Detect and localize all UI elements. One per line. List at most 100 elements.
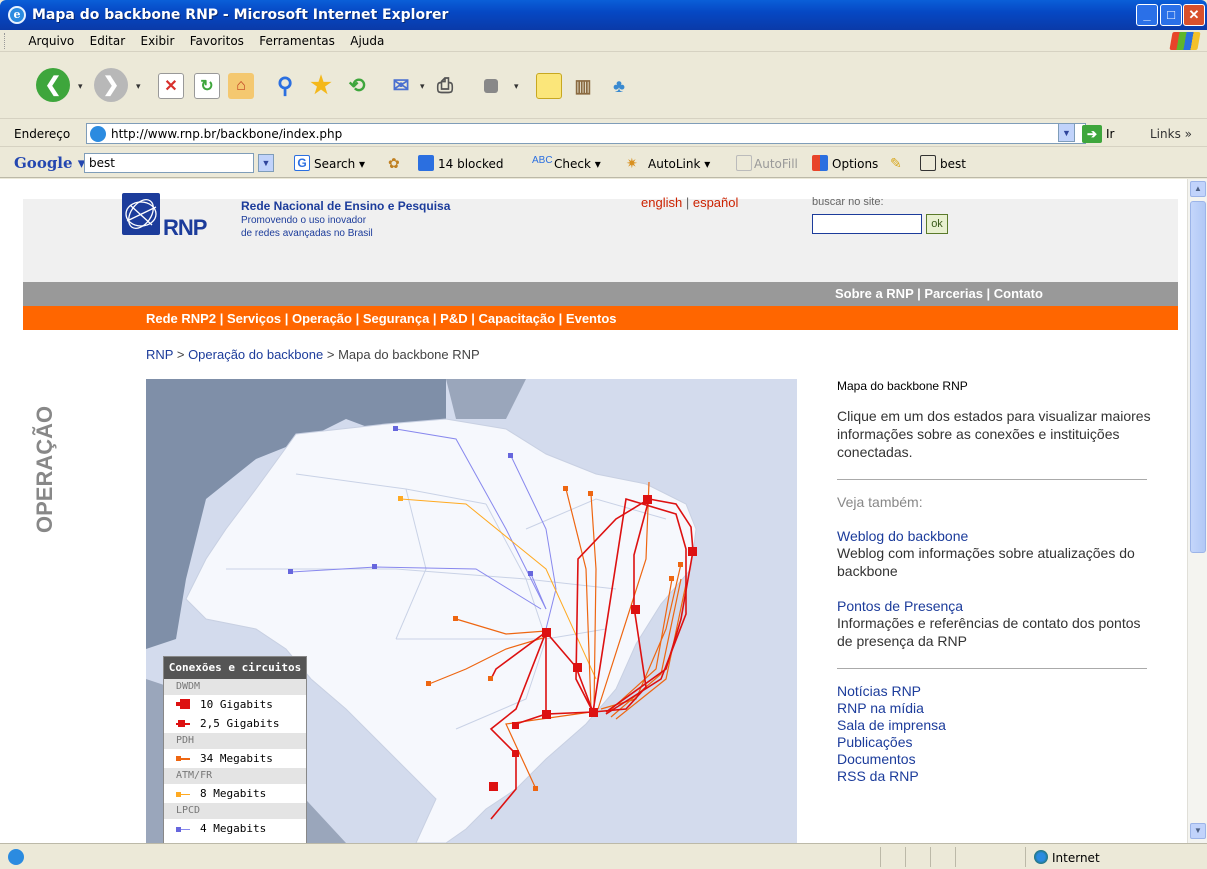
legend-cat-dwdm: DWDM xyxy=(164,679,306,695)
scroll-thumb[interactable] xyxy=(1190,201,1206,553)
window-title: Mapa do backbone RNP - Microsoft Interne… xyxy=(32,7,449,23)
legend-label-25g: 2,5 Gigabits xyxy=(200,717,280,730)
legend-box-25g xyxy=(178,720,185,727)
breadcrumb-root-link[interactable]: RNP xyxy=(146,347,173,362)
menu-exibir[interactable]: Exibir xyxy=(135,30,181,48)
forward-dropdown-icon[interactable]: ▾ xyxy=(136,81,141,92)
breadcrumb-current: Mapa do backbone RNP xyxy=(338,347,480,362)
sidebar-divider-1 xyxy=(837,479,1147,480)
top-nav-links[interactable]: Sobre a RNP | Parcerias | Contato xyxy=(835,286,1043,301)
sala-imprensa-link[interactable]: Sala de imprensa xyxy=(837,717,1157,734)
menu-favoritos[interactable]: Favoritos xyxy=(184,30,250,48)
legend-cat-atm: ATM/FR xyxy=(164,768,306,784)
legend-box-4m xyxy=(176,827,181,832)
rss-link[interactable]: RSS da RNP xyxy=(837,768,1157,785)
check-button[interactable]: Check ▾ xyxy=(554,157,601,171)
check-label: Check xyxy=(554,157,591,171)
refresh-icon[interactable]: ↻ xyxy=(194,73,220,99)
go-button[interactable]: Ir xyxy=(1106,127,1114,141)
page-icon xyxy=(90,126,106,142)
highlighter-icon[interactable]: ✎ xyxy=(890,155,906,171)
main-nav-links[interactable]: Rede RNP2 | Serviços | Operação | Segura… xyxy=(146,311,617,326)
print-icon[interactable]: ⎙ xyxy=(432,73,458,99)
google-search-icon[interactable]: G xyxy=(294,155,310,171)
see-also-heading: Veja também: xyxy=(837,494,923,510)
lang-separator: | xyxy=(685,195,690,210)
breadcrumb-sep-2: > xyxy=(326,347,335,362)
google-search-input[interactable]: best xyxy=(84,153,254,173)
scroll-up-icon[interactable]: ▲ xyxy=(1190,181,1206,197)
google-dropdown-icon[interactable]: ▼ xyxy=(258,154,274,172)
status-divider xyxy=(930,847,931,867)
site-search-button[interactable]: ok xyxy=(926,214,948,234)
weblog-link[interactable]: Weblog do backbone xyxy=(837,528,1157,544)
google-logo-text: Google xyxy=(14,154,73,172)
vertical-scrollbar[interactable]: ▲ ▼ xyxy=(1187,179,1207,843)
breadcrumb-parent-link[interactable]: Operação do backbone xyxy=(188,347,323,362)
maximize-button[interactable]: □ xyxy=(1160,4,1182,26)
search-icon[interactable]: ⚲ xyxy=(272,73,298,99)
edit-dropdown-icon[interactable]: ▾ xyxy=(514,81,519,92)
pagerank-icon[interactable]: ✿ xyxy=(388,155,404,171)
map-legend: Conexões e circuitos DWDM 10 Gigabits 2,… xyxy=(163,656,307,843)
page-viewport: RNP Rede Nacional de Ensino e Pesquisa P… xyxy=(0,179,1187,843)
autofill-button[interactable]: AutoFill xyxy=(754,157,798,171)
favorites-icon[interactable]: ★ xyxy=(308,73,334,99)
toolbar-grip xyxy=(4,33,17,49)
address-input[interactable]: http://www.rnp.br/backbone/index.php xyxy=(86,123,1086,144)
window-titlebar[interactable]: e Mapa do backbone RNP - Microsoft Inter… xyxy=(0,0,1207,30)
section-heading-text: OPERAÇÃO xyxy=(32,406,57,533)
ie-icon: e xyxy=(8,6,26,24)
popup-blocker-icon xyxy=(418,155,434,171)
address-dropdown-icon[interactable]: ▼ xyxy=(1058,123,1075,142)
edit-icon[interactable] xyxy=(484,79,498,93)
rnp-midia-link[interactable]: RNP na mídia xyxy=(837,700,1157,717)
stop-icon[interactable]: ✕ xyxy=(158,73,184,99)
menu-arquivo[interactable]: Arquivo xyxy=(22,30,80,48)
close-button[interactable]: ✕ xyxy=(1183,4,1205,26)
security-zone: Internet xyxy=(1052,851,1100,865)
mail-icon[interactable]: ✉ xyxy=(388,73,414,99)
windows-logo-icon xyxy=(1169,32,1201,50)
minimize-button[interactable]: _ xyxy=(1136,4,1158,26)
mail-dropdown-icon[interactable]: ▾ xyxy=(420,81,425,92)
go-arrow-icon[interactable]: ➔ xyxy=(1082,125,1102,143)
links-button[interactable]: Links » xyxy=(1150,127,1192,141)
google-search-button[interactable]: Search ▾ xyxy=(314,157,365,171)
tagline: Promovendo o uso inovador de redes avanç… xyxy=(241,214,373,240)
menu-ferramentas[interactable]: Ferramentas xyxy=(253,30,341,48)
menu-ajuda[interactable]: Ajuda xyxy=(344,30,390,48)
messenger-icon[interactable]: ♣ xyxy=(606,73,632,99)
lang-espanol-link[interactable]: español xyxy=(693,195,739,210)
noticias-link[interactable]: Notícias RNP xyxy=(837,683,1157,700)
menu-editar[interactable]: Editar xyxy=(84,30,132,48)
home-icon[interactable]: ⌂ xyxy=(228,73,254,99)
options-button[interactable]: Options xyxy=(832,157,878,171)
history-icon[interactable]: ⟲ xyxy=(344,73,370,99)
forward-icon[interactable]: ❯ xyxy=(94,68,128,102)
popup-blocked-count[interactable]: 14 blocked xyxy=(438,157,504,171)
google-toolbar: Google ▾ best ▼ G Search ▾ ✿ 14 blocked … xyxy=(0,148,1207,178)
documentos-link[interactable]: Documentos xyxy=(837,751,1157,768)
pontos-presenca-link[interactable]: Pontos de Presença xyxy=(837,598,1157,614)
back-dropdown-icon[interactable]: ▾ xyxy=(78,81,83,92)
autofill-icon xyxy=(736,155,752,171)
sidebar-link-list: Notícias RNP RNP na mídia Sala de impren… xyxy=(837,683,1157,785)
legend-cat-lpcd: LPCD xyxy=(164,803,306,819)
site-search-input[interactable] xyxy=(812,214,922,234)
scroll-down-icon[interactable]: ▼ xyxy=(1190,823,1206,839)
research-icon[interactable]: ▥ xyxy=(570,73,596,99)
address-url[interactable]: http://www.rnp.br/backbone/index.php xyxy=(111,127,342,141)
publicacoes-link[interactable]: Publicações xyxy=(837,734,1157,751)
autolink-button[interactable]: AutoLink ▾ xyxy=(648,157,710,171)
find-best-button[interactable]: best xyxy=(940,157,966,171)
rnp-logo-text[interactable]: RNP xyxy=(163,215,207,241)
rnp-logo-icon[interactable] xyxy=(122,193,160,235)
lang-english-link[interactable]: english xyxy=(641,195,682,210)
back-icon[interactable]: ❮ xyxy=(36,68,70,102)
google-logo[interactable]: Google ▾ xyxy=(14,154,85,172)
address-bar: Endereço http://www.rnp.br/backbone/inde… xyxy=(0,120,1207,147)
discuss-icon[interactable] xyxy=(536,73,562,99)
legend-title: Conexões e circuitos xyxy=(164,657,306,679)
sidebar-intro: Clique em um dos estados para visualizar… xyxy=(837,408,1151,460)
